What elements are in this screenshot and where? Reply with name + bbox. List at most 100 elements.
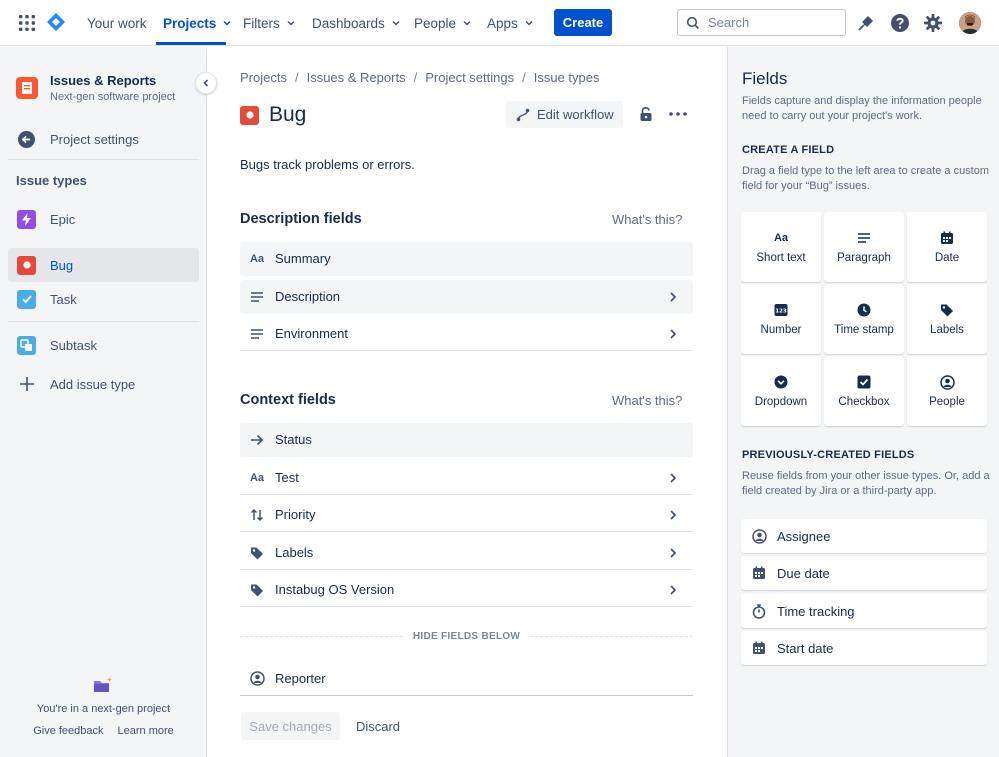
nav-label: Filters bbox=[243, 15, 280, 31]
priority-icon bbox=[249, 507, 265, 523]
prev-field-due-date[interactable]: Due date bbox=[741, 556, 987, 590]
chevron-right-icon bbox=[670, 510, 677, 520]
person-icon bbox=[751, 528, 767, 544]
search-box[interactable] bbox=[677, 9, 846, 36]
nav-people[interactable]: People bbox=[414, 0, 472, 46]
project-settings-link[interactable]: Project settings bbox=[8, 122, 199, 156]
field-type-time-stamp[interactable]: Time stamp bbox=[824, 284, 904, 354]
next-gen-notice: You're in a next-gen project bbox=[36, 703, 171, 715]
breadcrumb-project-settings[interactable]: Project settings bbox=[425, 70, 514, 85]
nav-apps[interactable]: Apps bbox=[487, 0, 534, 46]
add-issue-type-button[interactable]: Add issue type bbox=[8, 367, 199, 401]
field-type-number[interactable]: 123 Number bbox=[741, 284, 821, 354]
label-tag-icon bbox=[249, 545, 265, 561]
previously-created-heading: PREVIOUSLY-CREATED FIELDS bbox=[742, 449, 915, 461]
project-header[interactable]: Issues & Reports Next-gen software proje… bbox=[16, 73, 175, 103]
prev-field-time-tracking[interactable]: Time tracking bbox=[741, 594, 987, 628]
prev-field-start-date[interactable]: Start date bbox=[741, 631, 987, 665]
prev-field-label: Start date bbox=[777, 640, 834, 656]
field-row-description[interactable]: Description bbox=[240, 280, 693, 314]
field-type-short-text[interactable]: Aa Short text bbox=[741, 212, 821, 282]
field-type-label: Dropdown bbox=[754, 396, 808, 408]
nav-label: Dashboards bbox=[312, 15, 385, 31]
chevron-right-icon bbox=[670, 585, 677, 595]
field-type-people[interactable]: People bbox=[907, 356, 987, 426]
project-name: Issues & Reports bbox=[50, 73, 157, 88]
field-row-reporter[interactable]: Reporter bbox=[240, 662, 693, 696]
field-row-status[interactable]: Status bbox=[240, 423, 693, 457]
stopwatch-icon bbox=[751, 603, 767, 619]
field-label: Environment bbox=[275, 326, 348, 341]
description-fields-title: Description fields bbox=[240, 211, 362, 227]
fields-panel-title: Fields bbox=[742, 69, 788, 88]
field-type-labels[interactable]: Labels bbox=[907, 284, 987, 354]
short-text-icon: Aa bbox=[249, 252, 265, 265]
help-icon[interactable] bbox=[889, 12, 911, 34]
field-row-instabug-os-version[interactable]: Instabug OS Version bbox=[240, 573, 693, 607]
person-icon bbox=[249, 671, 265, 687]
breadcrumb-issue-types[interactable]: Issue types bbox=[534, 70, 600, 85]
nav-dashboards[interactable]: Dashboards bbox=[312, 0, 401, 46]
field-row-test[interactable]: Aa Test bbox=[240, 461, 693, 495]
subtask-icon bbox=[17, 335, 36, 355]
discard-button[interactable]: Discard bbox=[350, 712, 406, 740]
back-arrow-icon bbox=[17, 130, 36, 149]
fields-panel-description: Fields capture and display the informati… bbox=[742, 95, 982, 122]
more-actions-icon[interactable] bbox=[667, 104, 689, 124]
breadcrumb-separator: / bbox=[413, 70, 418, 85]
collapse-sidebar-button[interactable] bbox=[195, 72, 217, 94]
sidebar-item-subtask[interactable]: Subtask bbox=[8, 328, 199, 362]
field-row-summary[interactable]: Aa Summary bbox=[240, 242, 693, 276]
field-row-environment[interactable]: Environment bbox=[240, 317, 693, 351]
sidebar-item-task[interactable]: Task bbox=[8, 282, 199, 316]
label-tag-icon bbox=[249, 582, 265, 598]
prev-field-label: Time tracking bbox=[777, 603, 855, 619]
sidebar-item-epic[interactable]: Epic bbox=[8, 202, 199, 236]
nav-label: Projects bbox=[163, 15, 217, 31]
field-label: Reporter bbox=[275, 671, 326, 686]
user-avatar[interactable] bbox=[959, 12, 981, 34]
sidebar-divider bbox=[8, 321, 199, 322]
nav-your-work[interactable]: Your work bbox=[87, 0, 147, 46]
page-title: Bug bbox=[269, 103, 307, 126]
create-field-description: Drag a field type to the left area to cr… bbox=[742, 165, 990, 192]
app-switcher-icon[interactable] bbox=[18, 14, 36, 32]
bug-icon bbox=[240, 105, 259, 125]
nav-projects[interactable]: Projects bbox=[163, 0, 232, 46]
jira-logo-icon[interactable] bbox=[46, 12, 66, 32]
save-changes-button[interactable]: Save changes bbox=[241, 712, 340, 740]
whats-this-link[interactable]: What's this? bbox=[612, 393, 682, 408]
breadcrumb-project[interactable]: Issues & Reports bbox=[307, 70, 406, 85]
field-type-paragraph[interactable]: Paragraph bbox=[824, 212, 904, 282]
give-feedback-link[interactable]: Give feedback bbox=[33, 725, 103, 737]
field-row-priority[interactable]: Priority bbox=[240, 498, 693, 532]
field-type-label: Labels bbox=[930, 324, 964, 336]
settings-gear-icon[interactable] bbox=[922, 12, 944, 34]
field-type-checkbox[interactable]: Checkbox bbox=[824, 356, 904, 426]
sidebar-item-bug[interactable]: Bug bbox=[8, 248, 199, 282]
field-label: Summary bbox=[275, 251, 331, 266]
calendar-icon bbox=[751, 565, 767, 581]
edit-workflow-button[interactable]: Edit workflow bbox=[506, 101, 623, 128]
prev-field-assignee[interactable]: Assignee bbox=[741, 519, 987, 553]
chevron-left-icon bbox=[203, 79, 209, 87]
prev-field-label: Assignee bbox=[777, 528, 831, 544]
field-type-label: Paragraph bbox=[837, 252, 891, 264]
learn-more-link[interactable]: Learn more bbox=[118, 725, 174, 737]
calendar-icon bbox=[939, 230, 955, 246]
chevron-down-icon bbox=[463, 20, 471, 26]
nav-filters[interactable]: Filters bbox=[243, 0, 296, 46]
field-type-dropdown[interactable]: Dropdown bbox=[741, 356, 821, 426]
whats-this-link[interactable]: What's this? bbox=[612, 212, 682, 227]
breadcrumb-projects[interactable]: Projects bbox=[240, 70, 287, 85]
task-check-icon bbox=[17, 289, 36, 309]
field-type-label: Time stamp bbox=[834, 324, 894, 336]
notifications-icon[interactable] bbox=[855, 12, 877, 34]
field-row-labels[interactable]: Labels bbox=[240, 536, 693, 570]
search-input[interactable] bbox=[708, 15, 828, 30]
field-type-date[interactable]: Date bbox=[907, 212, 987, 282]
create-button[interactable]: Create bbox=[554, 9, 612, 36]
divider-line bbox=[240, 635, 403, 637]
issue-type-description: Bugs track problems or errors. bbox=[240, 157, 415, 172]
unlock-icon[interactable] bbox=[636, 104, 656, 124]
